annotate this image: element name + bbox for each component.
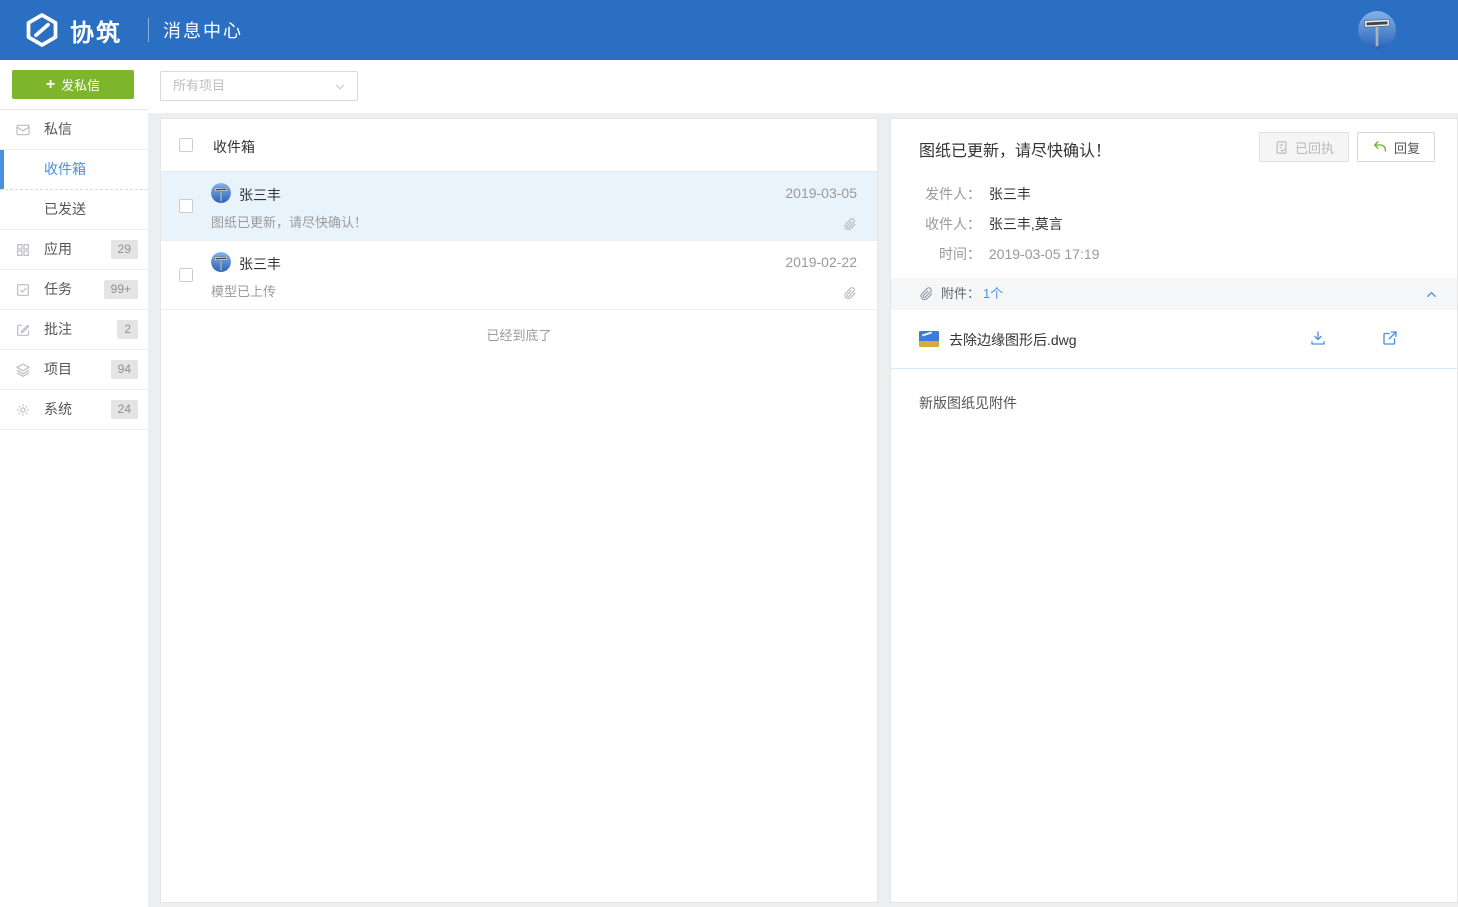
field-time: 时间： 2019-03-05 17:19	[919, 239, 1099, 269]
sidebar-item-system[interactable]: 系统 24	[0, 390, 148, 430]
chevron-down-icon	[333, 80, 347, 94]
download-icon[interactable]	[1309, 329, 1327, 347]
file-thumbnail	[919, 331, 939, 347]
message-date: 2019-02-22	[785, 254, 857, 270]
attachments-label: 附件：	[941, 278, 980, 310]
field-sender: 发件人： 张三丰	[919, 179, 1099, 209]
list-end-text: 已经到底了	[161, 325, 877, 344]
file-name: 去除边缘图形后.dwg	[949, 330, 1077, 350]
reply-arrow-icon	[1372, 139, 1388, 155]
edit-pen-icon	[15, 322, 31, 338]
grid-icon	[15, 242, 31, 258]
sidebar-item-annotations[interactable]: 批注 2	[0, 310, 148, 350]
projects-count-badge: 94	[111, 360, 138, 379]
sidebar-item-inbox[interactable]: 收件箱	[0, 150, 148, 190]
field-recipients: 收件人： 张三丰,莫言	[919, 209, 1099, 239]
app-header: 协筑 消息中心	[0, 0, 1458, 60]
sidebar-item-private-messages[interactable]: 私信	[0, 110, 148, 150]
system-count-badge: 24	[111, 400, 138, 419]
select-all-checkbox[interactable]	[179, 138, 193, 152]
plus-icon: +	[46, 77, 55, 93]
sidebar-item-tasks[interactable]: 任务 99+	[0, 270, 148, 310]
mail-icon	[15, 122, 31, 138]
app-logo[interactable]: 协筑	[24, 12, 122, 48]
attachment-paperclip-icon	[843, 217, 857, 231]
tasks-count-badge: 99+	[104, 280, 138, 299]
sidebar: + 发私信 私信 收件箱 已发送 应用 29 任务 99+ 批注 2	[0, 60, 148, 907]
project-filter-select[interactable]: 所有项目	[160, 71, 358, 101]
brand-hexagon-icon	[24, 12, 60, 48]
user-avatar[interactable]	[1358, 11, 1396, 49]
gear-icon	[15, 402, 31, 418]
apps-count-badge: 29	[111, 240, 138, 259]
attachments-count: 1个	[983, 278, 1003, 310]
attachment-file-row[interactable]: 去除边缘图形后.dwg	[891, 310, 1457, 369]
attachment-paperclip-icon	[843, 286, 857, 300]
annotations-count-badge: 2	[117, 320, 138, 339]
message-checkbox[interactable]	[179, 199, 193, 213]
message-sender: 张三丰	[239, 185, 281, 205]
sender-avatar	[211, 252, 231, 272]
list-title: 收件箱	[213, 137, 255, 157]
message-list-pane: 收件箱 张三丰 2019-03-05 图纸已更新，请尽快确认！ 张三丰 2019…	[160, 118, 878, 903]
message-list-header: 收件箱	[161, 119, 877, 172]
message-date: 2019-03-05	[785, 185, 857, 201]
receipt-doc-icon	[1274, 140, 1289, 155]
sidebar-item-apps[interactable]: 应用 29	[0, 230, 148, 270]
paperclip-icon	[919, 286, 934, 301]
reply-button[interactable]: 回复	[1357, 132, 1435, 162]
message-row[interactable]: 张三丰 2019-02-22 模型已上传	[161, 241, 877, 310]
message-checkbox[interactable]	[179, 268, 193, 282]
sidebar-item-projects[interactable]: 项目 94	[0, 350, 148, 390]
attachments-bar: 附件： 1个	[891, 278, 1457, 310]
message-detail-pane: 图纸已更新，请尽快确认！ 已回执 回复 发件人： 张三丰 收件人： 张三丰,莫言…	[890, 118, 1458, 903]
open-external-icon[interactable]	[1381, 329, 1399, 347]
sender-avatar	[211, 183, 231, 203]
message-body: 新版图纸见附件	[919, 393, 1017, 413]
receipt-button[interactable]: 已回执	[1259, 132, 1349, 162]
compose-message-button[interactable]: + 发私信	[12, 70, 134, 99]
header-divider	[148, 18, 149, 42]
message-title: 图纸已更新，请尽快确认！	[919, 137, 1111, 161]
page-title: 消息中心	[163, 17, 243, 43]
filter-toolbar: 所有项目	[148, 60, 1458, 113]
layers-icon	[15, 362, 31, 378]
chevron-up-icon[interactable]	[1424, 287, 1439, 302]
task-check-icon	[15, 282, 31, 298]
sidebar-item-sent[interactable]: 已发送	[0, 190, 148, 230]
message-row[interactable]: 张三丰 2019-03-05 图纸已更新，请尽快确认！	[161, 172, 877, 241]
message-subject: 图纸已更新，请尽快确认！	[211, 212, 367, 231]
brand-name: 协筑	[70, 13, 122, 48]
message-sender: 张三丰	[239, 254, 281, 274]
message-subject: 模型已上传	[211, 281, 276, 300]
